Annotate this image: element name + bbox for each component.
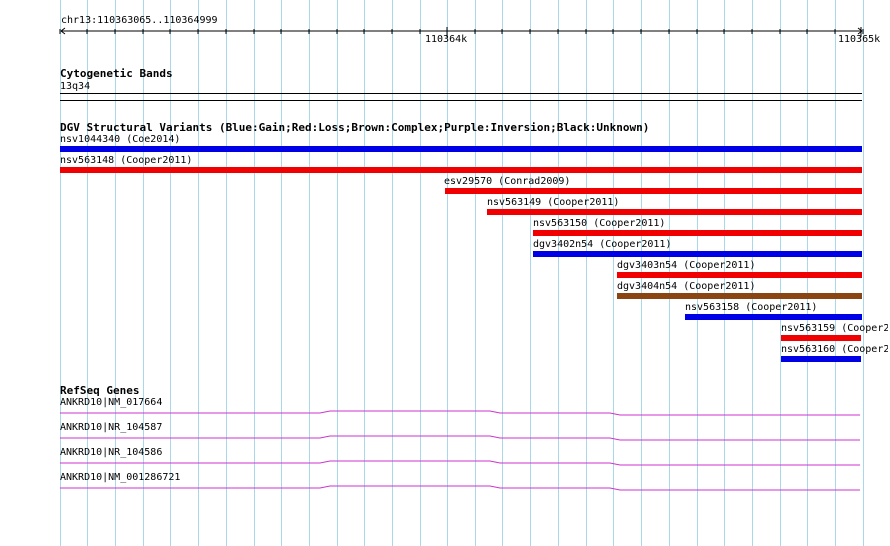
- cytoband-label: 13q34: [60, 81, 91, 92]
- variant-label[interactable]: nsv1044340 (Coe2014): [60, 134, 180, 145]
- gene-model[interactable]: [0, 484, 890, 492]
- cytoband-track-title: Cytogenetic Bands: [60, 67, 173, 80]
- variant-label[interactable]: nsv563158 (Cooper2011): [685, 302, 817, 313]
- variant-label[interactable]: nsv563148 (Cooper2011): [60, 155, 192, 166]
- variant-label[interactable]: nsv563149 (Cooper2011): [487, 197, 619, 208]
- genome-browser-panel: chr13:110363065..110364999 110364k 11036…: [0, 0, 890, 546]
- gene-label[interactable]: ANKRD10|NM_001286721: [60, 472, 180, 483]
- tick-label-110364k: 110364k: [425, 34, 468, 45]
- variant-bar-loss[interactable]: [60, 167, 862, 173]
- variant-bar-gain[interactable]: [533, 251, 862, 257]
- dgv-track-title: DGV Structural Variants (Blue:Gain;Red:L…: [60, 121, 650, 134]
- cytoband-line-top: [60, 93, 862, 94]
- variant-bar-gain[interactable]: [685, 314, 862, 320]
- variant-label[interactable]: nsv563160 (Cooper2011): [781, 344, 888, 355]
- variant-label[interactable]: dgv3402n54 (Cooper2011): [533, 239, 671, 250]
- variant-label[interactable]: dgv3403n54 (Cooper2011): [617, 260, 755, 271]
- refseq-track-title: RefSeq Genes: [60, 384, 140, 397]
- cytoband-line-bottom: [60, 100, 862, 101]
- variant-bar-loss[interactable]: [487, 209, 862, 215]
- variant-bar-complex[interactable]: [617, 293, 862, 299]
- gene-label[interactable]: ANKRD10|NR_104586: [60, 447, 162, 458]
- variant-label[interactable]: dgv3404n54 (Cooper2011): [617, 281, 755, 292]
- gene-label[interactable]: ANKRD10|NR_104587: [60, 422, 162, 433]
- variant-label[interactable]: esv29570 (Conrad2009): [444, 176, 570, 187]
- variant-bar-gain[interactable]: [60, 146, 862, 152]
- variant-bar-loss[interactable]: [533, 230, 862, 236]
- gene-model[interactable]: [0, 459, 890, 467]
- variant-label[interactable]: nsv563150 (Cooper2011): [533, 218, 665, 229]
- variant-bar-loss[interactable]: [445, 188, 862, 194]
- gene-model[interactable]: [0, 434, 890, 442]
- variant-bar-loss[interactable]: [617, 272, 862, 278]
- variant-bar-gain[interactable]: [781, 356, 861, 362]
- tick-label-110365k: 110365k: [838, 34, 881, 45]
- gene-model[interactable]: [0, 409, 890, 417]
- variant-bar-loss[interactable]: [781, 335, 861, 341]
- variant-label[interactable]: nsv563159 (Cooper2011): [781, 323, 888, 334]
- gene-label[interactable]: ANKRD10|NM_017664: [60, 397, 162, 408]
